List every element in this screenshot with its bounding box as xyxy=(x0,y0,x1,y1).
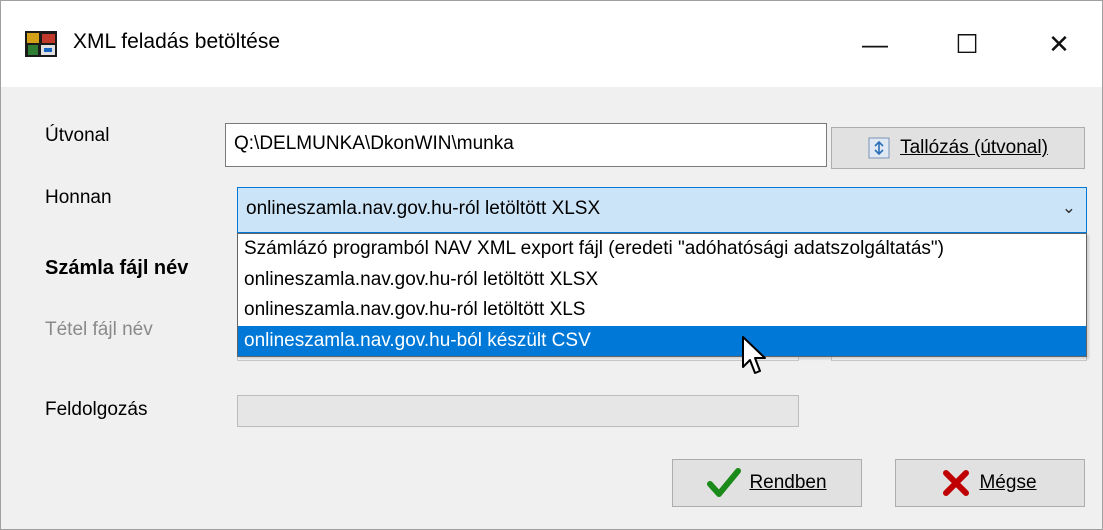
x-mark-icon xyxy=(943,470,970,496)
dropdown-option[interactable]: onlineszamla.nav.gov.hu-ról letöltött XL… xyxy=(238,265,1086,296)
cancel-button[interactable]: Mégse xyxy=(895,459,1085,507)
close-icon: ✕ xyxy=(1048,28,1070,59)
source-combo[interactable]: onlineszamla.nav.gov.hu-ról letöltött XL… xyxy=(237,187,1087,233)
dropdown-option-selected[interactable]: onlineszamla.nav.gov.hu-ból készült CSV xyxy=(238,325,1086,356)
minimize-icon: — xyxy=(862,28,888,59)
dropdown-option[interactable]: Számlázó programból NAV XML export fájl … xyxy=(238,234,1086,265)
chevron-down-icon: ⌄ xyxy=(1061,198,1076,217)
maximize-button[interactable]: ☐ xyxy=(921,1,1013,87)
window-title: XML feladás betöltése xyxy=(73,30,281,53)
processing-progress-bar xyxy=(237,395,799,427)
app-icon xyxy=(25,31,57,57)
item-file-label: Tétel fájl név xyxy=(45,319,153,340)
ok-button[interactable]: Rendben xyxy=(672,459,862,507)
maximize-icon: ☐ xyxy=(955,28,979,59)
source-label: Honnan xyxy=(45,187,112,208)
path-label: Útvonal xyxy=(45,125,110,146)
browse-path-button[interactable]: Tallózás (útvonal) xyxy=(831,127,1085,169)
source-dropdown-list: Számlázó programból NAV XML export fájl … xyxy=(237,233,1087,357)
source-combo-value: onlineszamla.nav.gov.hu-ról letöltött XL… xyxy=(246,198,601,219)
cancel-label: Mégse xyxy=(979,472,1037,493)
invoice-file-label: Számla fájl név xyxy=(45,257,189,279)
checkmark-icon xyxy=(707,468,742,497)
mouse-pointer-icon xyxy=(742,336,766,374)
folder-browse-icon xyxy=(868,137,890,159)
minimize-button[interactable]: — xyxy=(829,1,921,87)
dialog-window: XML feladás betöltése — ☐ ✕ Útvonal Q:\D… xyxy=(0,0,1103,530)
path-input[interactable]: Q:\DELMUNKA\DkonWIN\munka xyxy=(225,123,827,167)
dropdown-option[interactable]: onlineszamla.nav.gov.hu-ról letöltött XL… xyxy=(238,295,1086,326)
ok-label: Rendben xyxy=(749,472,827,493)
browse-path-label: Tallózás (útvonal) xyxy=(900,137,1048,158)
title-bar: XML feladás betöltése — ☐ ✕ xyxy=(1,1,1102,87)
processing-label: Feldolgozás xyxy=(45,399,148,420)
close-button[interactable]: ✕ xyxy=(1013,1,1103,87)
